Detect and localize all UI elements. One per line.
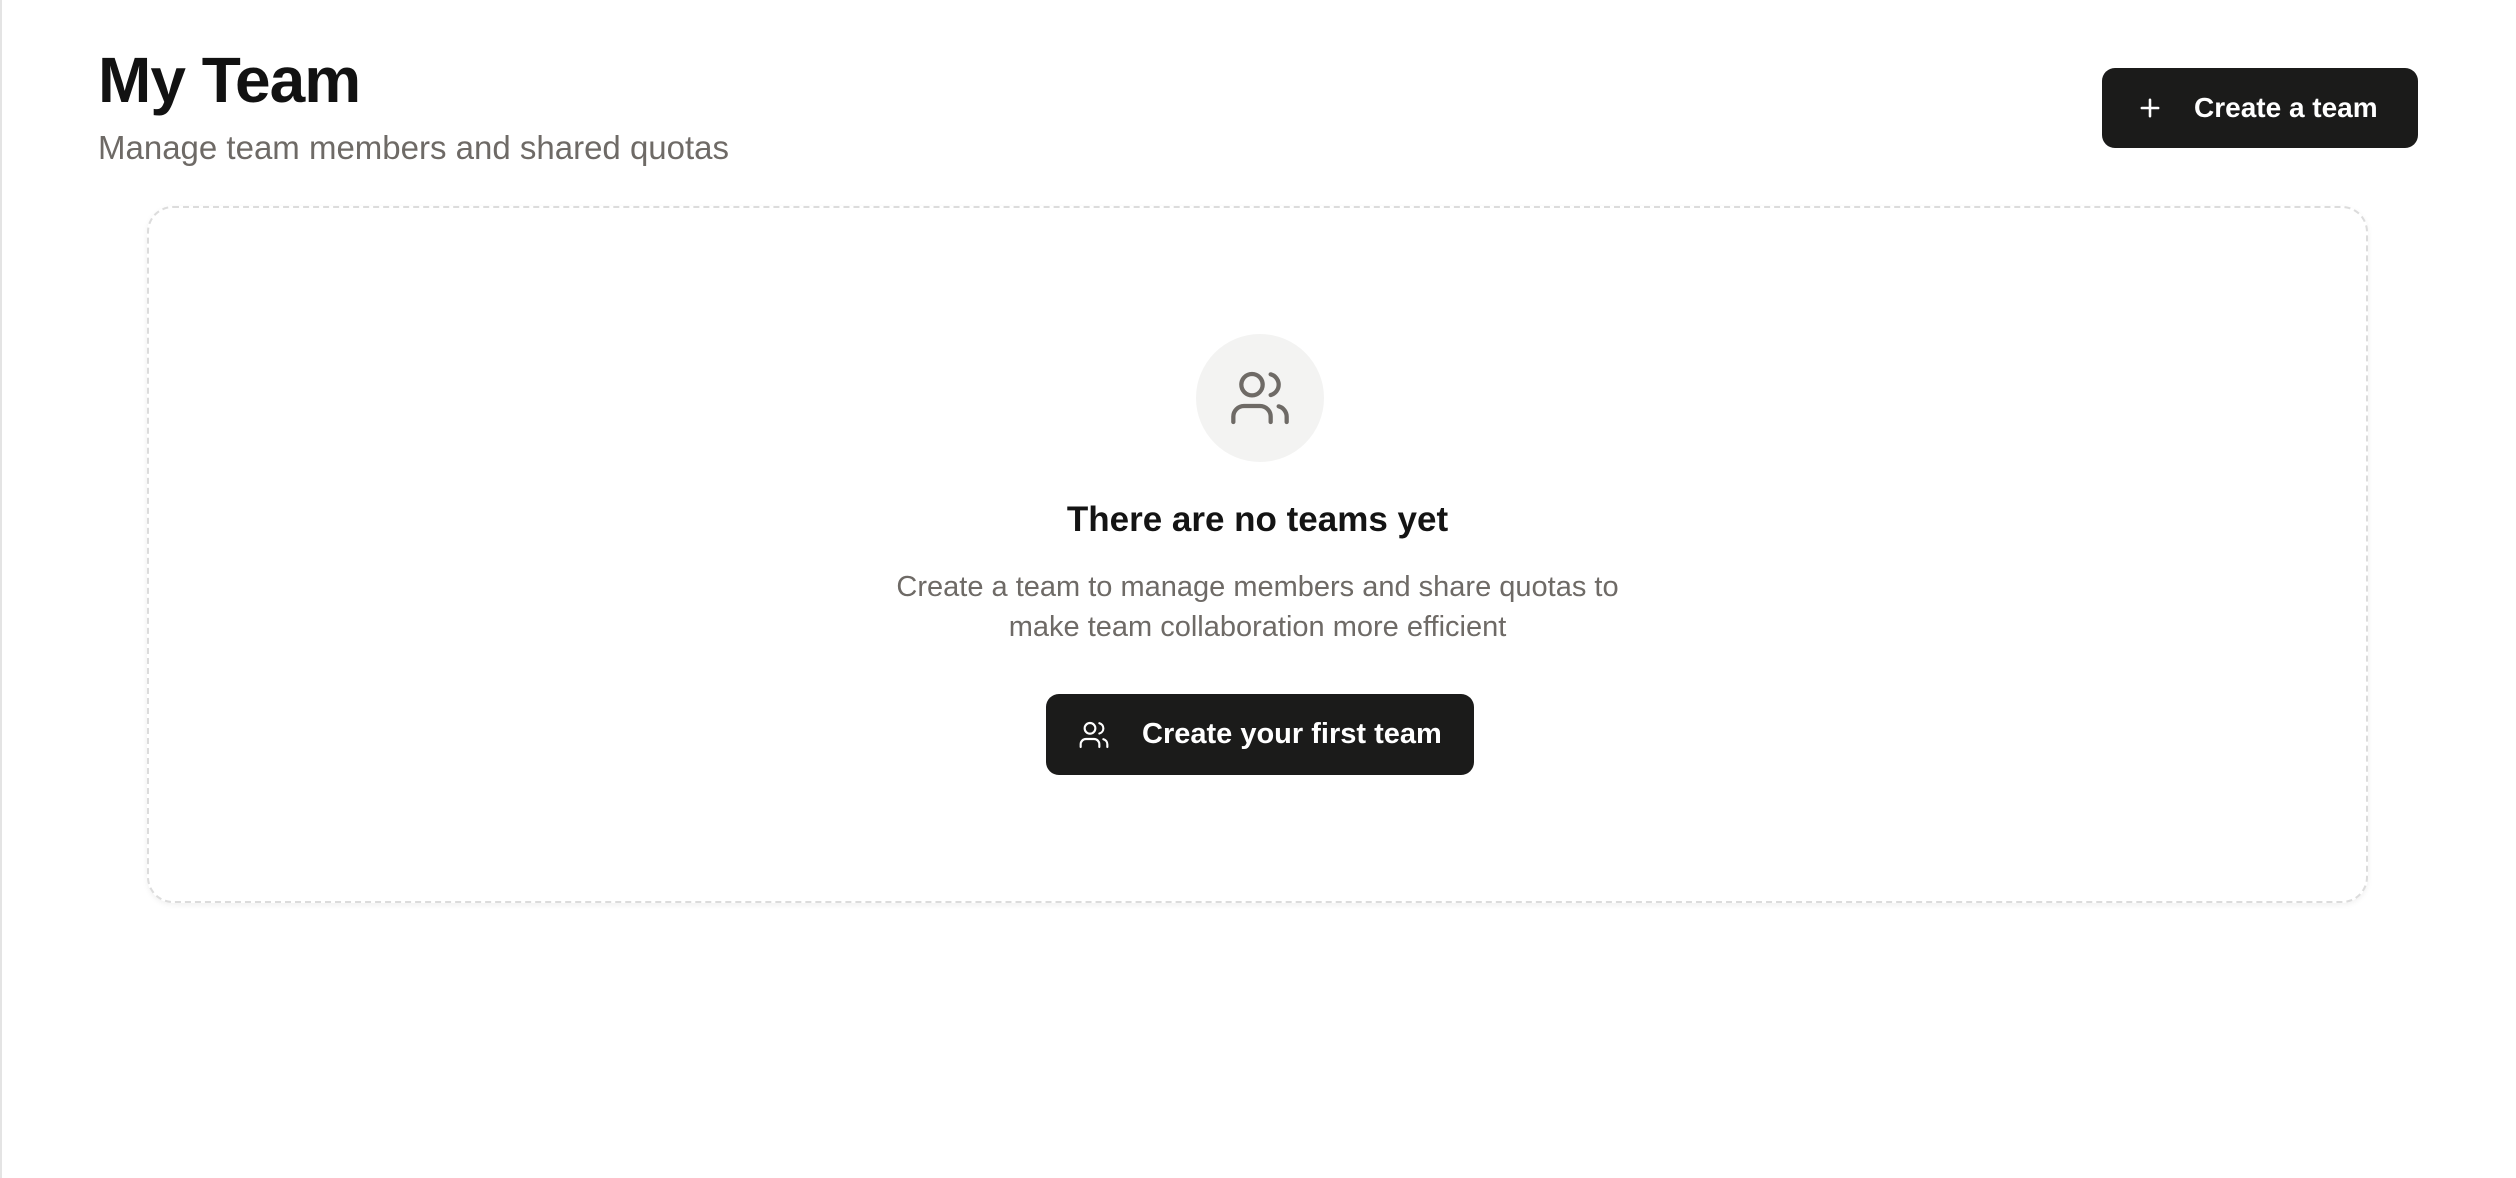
users-icon [1078, 719, 1110, 751]
empty-state-title: There are no teams yet [1066, 500, 1449, 539]
empty-state-icon-circle [1196, 334, 1324, 462]
create-first-team-button-label: Create your first team [1142, 718, 1442, 750]
users-icon [1228, 366, 1292, 430]
page-subtitle: Manage team members and shared quotas [98, 129, 730, 166]
create-team-button[interactable]: Create a team [2102, 68, 2418, 148]
create-first-team-button[interactable]: Create your first team [1046, 694, 1474, 775]
page-header: My Team Manage team members and shared q… [98, 44, 729, 168]
empty-state-card: There are no teams yet Create a team to … [147, 206, 2368, 903]
empty-state-description: Create a team to manage members and shar… [896, 571, 1619, 643]
create-team-button-label: Create a team [2194, 92, 2378, 123]
plus-icon [2136, 94, 2164, 122]
left-divider [0, 0, 2, 1178]
page-title: My Team [98, 44, 361, 116]
